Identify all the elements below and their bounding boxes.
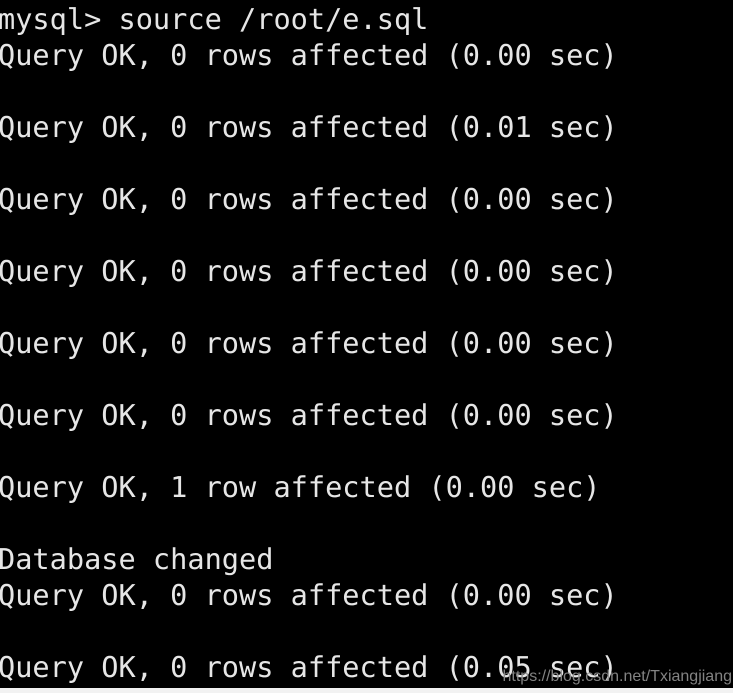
terminal-line: Query OK, 0 rows affected (0.00 sec)	[0, 398, 618, 432]
terminal-line: mysql> source /root/e.sql	[0, 2, 429, 36]
terminal-line: Query OK, 0 rows affected (0.00 sec)	[0, 38, 618, 72]
terminal-line: Query OK, 0 rows affected (0.01 sec)	[0, 110, 618, 144]
terminal-window[interactable]: mysql> source /root/e.sql Query OK, 0 row…	[0, 0, 733, 693]
terminal-line: Query OK, 1 row affected (0.00 sec)	[0, 470, 601, 504]
terminal-line-list: mysql> source /root/e.sql Query OK, 0 row…	[0, 1, 733, 685]
bottom-edge-strip	[0, 688, 733, 693]
terminal-line: Database changed	[0, 542, 274, 576]
terminal-output-screen[interactable]: mysql> source /root/e.sql Query OK, 0 row…	[0, 0, 733, 688]
terminal-line: Query OK, 0 rows affected (0.00 sec)	[0, 182, 618, 216]
terminal-line: Query OK, 0 rows affected (0.00 sec)	[0, 326, 618, 360]
terminal-line: Query OK, 0 rows affected (0.05 sec)	[0, 650, 618, 684]
terminal-line: Query OK, 0 rows affected (0.00 sec)	[0, 254, 618, 288]
terminal-line: Query OK, 0 rows affected (0.00 sec)	[0, 578, 618, 612]
